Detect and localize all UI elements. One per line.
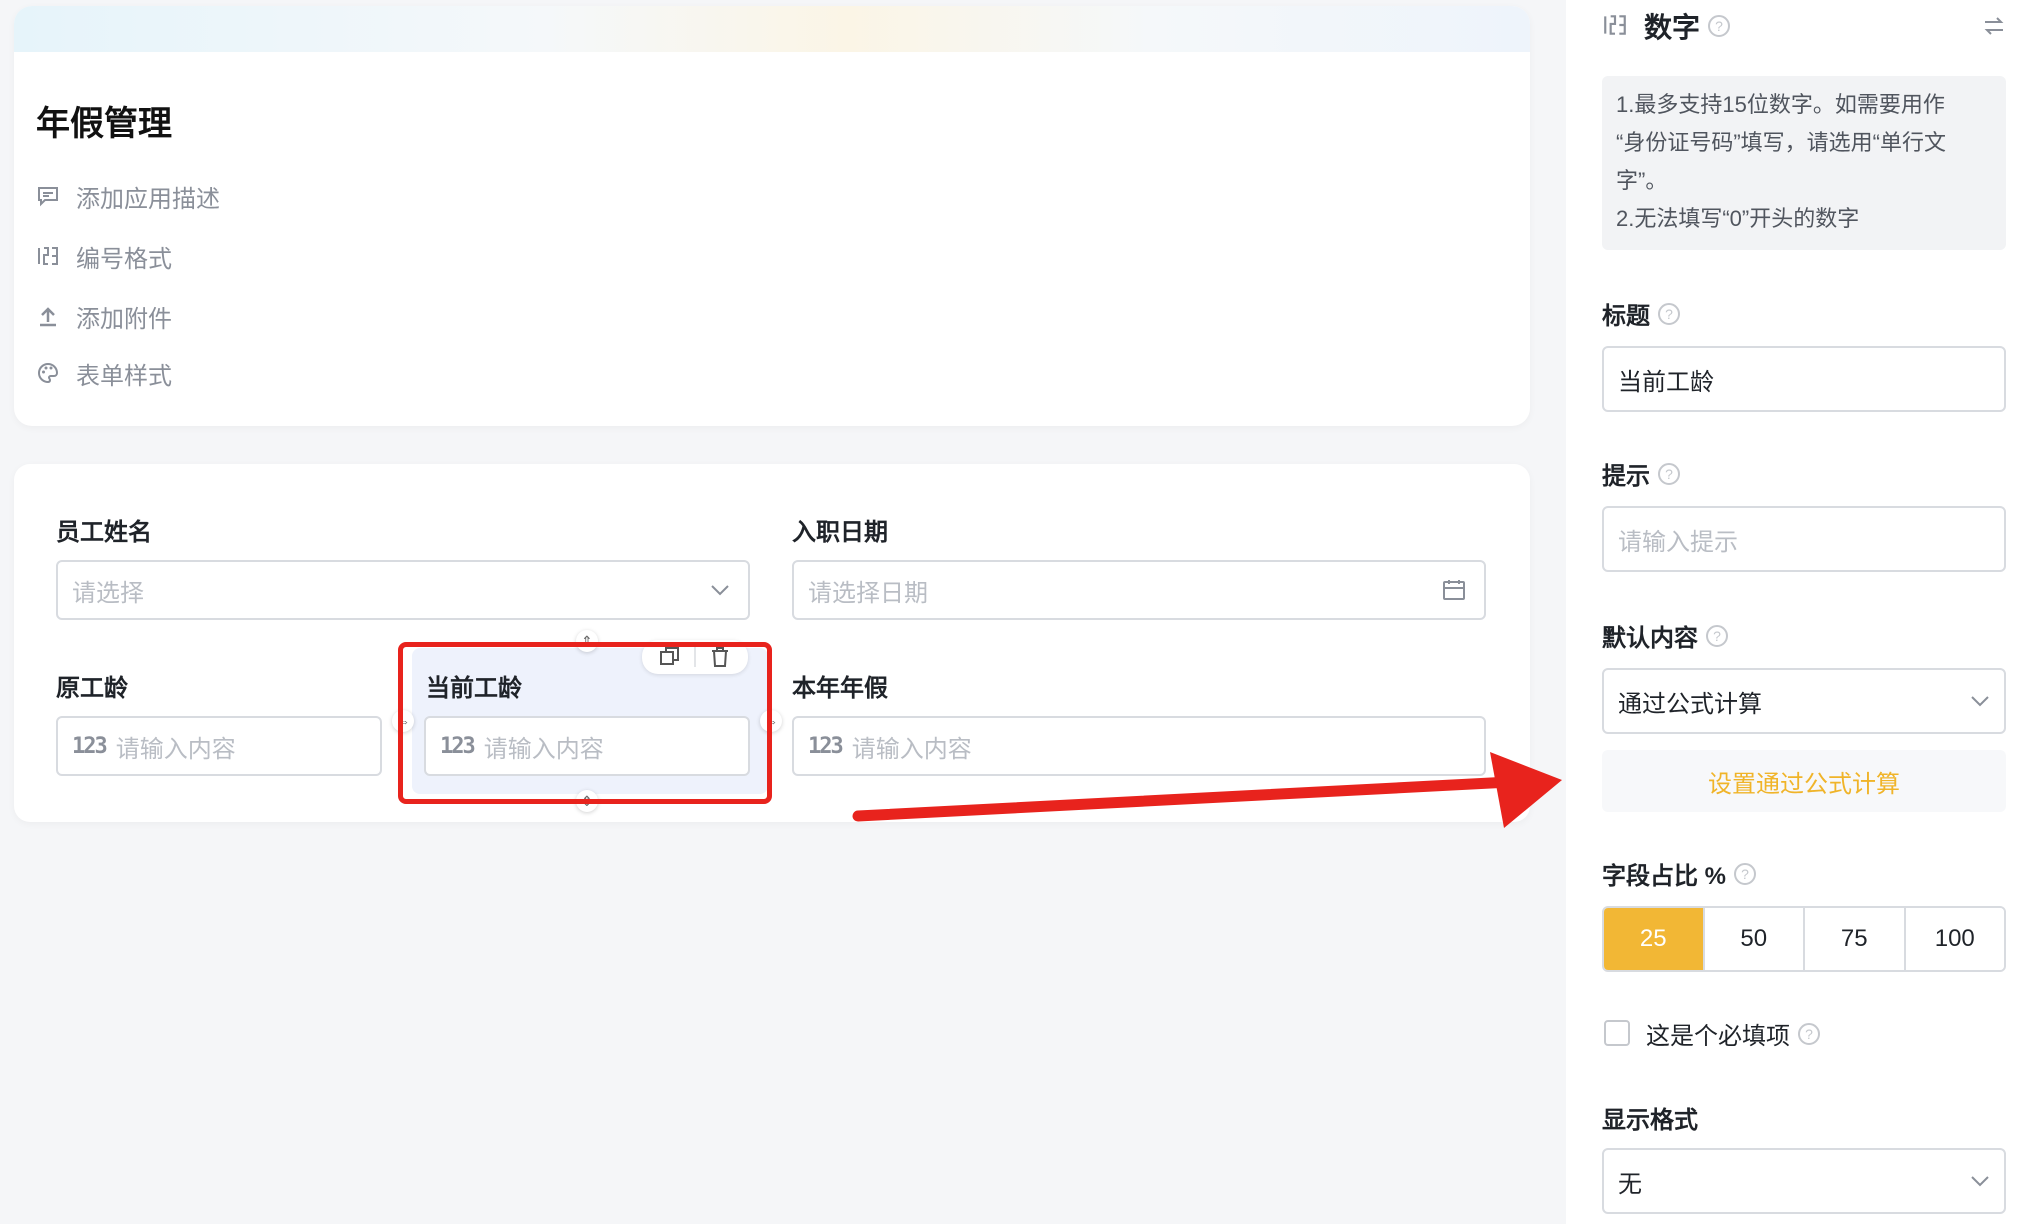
add-attachment-label: 添加附件 bbox=[76, 305, 172, 333]
original-seniority-input[interactable]: 123 请输入内容 bbox=[56, 716, 382, 776]
annotation-highlight-field bbox=[398, 642, 772, 804]
upload-icon bbox=[40, 307, 56, 327]
employee-name-placeholder: 请选择 bbox=[72, 579, 144, 607]
help-icon[interactable]: ? bbox=[1708, 15, 1731, 37]
display-format-value: 无 bbox=[1618, 1170, 1642, 1198]
form-style-item[interactable]: 表单样式 bbox=[36, 353, 172, 393]
field-ratio-selector: 25 50 75 100 bbox=[1602, 906, 2006, 972]
ratio-label-text: 字段占比 % bbox=[1602, 863, 1727, 890]
app-title[interactable]: 年假管理 bbox=[36, 96, 172, 145]
number-tip-box: 1.最多支持15位数字。如需要用作 “身份证号码”填写，请选用“单行文 字”。 … bbox=[1602, 76, 2006, 250]
display-format-label-text: 显示格式 bbox=[1602, 1107, 1698, 1134]
hire-date-placeholder: 请选择日期 bbox=[808, 579, 928, 607]
add-description-item[interactable]: 添加应用描述 bbox=[36, 176, 220, 216]
panel-title: 数字 ? bbox=[1644, 6, 1731, 46]
annual-leave-label: 本年年假 bbox=[792, 675, 888, 702]
number-format-label: 编号格式 bbox=[76, 245, 172, 273]
title-label-text: 标题 bbox=[1602, 303, 1650, 330]
panel-title-text: 数字 bbox=[1644, 12, 1701, 43]
hint-input[interactable]: 请输入提示 bbox=[1602, 506, 2006, 572]
palette-icon bbox=[38, 362, 59, 384]
form-style-label: 表单样式 bbox=[76, 362, 172, 390]
tip-line-2: “身份证号码”填写，请选用“单行文 bbox=[1616, 130, 1946, 155]
chevron-down-icon bbox=[711, 585, 729, 596]
display-format-label: 显示格式 bbox=[1602, 1100, 1698, 1135]
default-label-text: 默认内容 bbox=[1602, 625, 1698, 652]
switch-icon[interactable] bbox=[1982, 14, 2006, 38]
annotation-arrow bbox=[852, 752, 1562, 828]
add-description-label: 添加应用描述 bbox=[76, 185, 220, 213]
required-checkbox[interactable] bbox=[1604, 1020, 1630, 1046]
help-icon[interactable]: ? bbox=[1658, 462, 1680, 485]
chevron-down-icon bbox=[1971, 696, 1989, 707]
required-field-label: 这是个必填项 ? bbox=[1646, 1016, 1820, 1051]
ratio-option-50[interactable]: 50 bbox=[1704, 908, 1805, 970]
help-icon[interactable]: ? bbox=[1706, 624, 1728, 647]
hire-date-picker[interactable]: 请选择日期 bbox=[792, 560, 1486, 620]
number-format-item[interactable]: 编号格式 bbox=[36, 236, 172, 276]
original-seniority-label: 原工龄 bbox=[56, 675, 128, 702]
employee-name-label: 员工姓名 bbox=[56, 519, 152, 546]
field-ratio-label: 字段占比 % ? bbox=[1602, 856, 1757, 891]
add-attachment-item[interactable]: 添加附件 bbox=[36, 296, 172, 336]
title-input-value: 当前工龄 bbox=[1618, 368, 1714, 396]
tip-line-1: 1.最多支持15位数字。如需要用作 bbox=[1616, 92, 1945, 117]
original-seniority-placeholder: 请输入内容 bbox=[115, 735, 236, 763]
ratio-option-25[interactable]: 25 bbox=[1604, 908, 1705, 970]
hint-field-label: 提示 ? bbox=[1602, 456, 1680, 491]
card-header-gradient bbox=[14, 6, 1530, 52]
comment-icon bbox=[38, 187, 58, 207]
hint-input-placeholder: 请输入提示 bbox=[1618, 528, 1738, 556]
app-info-card bbox=[14, 6, 1530, 426]
ratio-option-100[interactable]: 100 bbox=[1905, 908, 2004, 970]
help-icon[interactable]: ? bbox=[1798, 1022, 1820, 1045]
title-field-label: 标题 ? bbox=[1602, 296, 1680, 331]
number-format-icon bbox=[38, 247, 58, 265]
calendar-icon bbox=[1443, 580, 1465, 600]
hire-date-label: 入职日期 bbox=[792, 519, 888, 546]
number-icon: 123 bbox=[808, 733, 844, 759]
default-content-select[interactable]: 通过公式计算 bbox=[1602, 668, 2006, 734]
title-input[interactable]: 当前工龄 bbox=[1602, 346, 2006, 412]
default-content-label: 默认内容 ? bbox=[1602, 618, 1728, 653]
display-format-select[interactable]: 无 bbox=[1602, 1148, 2006, 1214]
employee-name-select[interactable]: 请选择 bbox=[56, 560, 750, 620]
chevron-down-icon bbox=[1971, 1176, 1989, 1187]
required-label-text[interactable]: 这是个必填项 bbox=[1646, 1016, 1790, 1051]
ratio-option-75[interactable]: 75 bbox=[1805, 908, 1906, 970]
set-formula-button[interactable]: 设置通过公式计算 bbox=[1602, 750, 2006, 812]
tip-line-3: 字”。 bbox=[1616, 168, 1668, 193]
hint-label-text: 提示 bbox=[1602, 463, 1650, 490]
help-icon[interactable]: ? bbox=[1734, 862, 1757, 885]
tip-line-4: 2.无法填写“0”开头的数字 bbox=[1616, 206, 1860, 231]
number-format-icon bbox=[1604, 15, 1626, 35]
number-icon: 123 bbox=[72, 733, 108, 759]
help-icon[interactable]: ? bbox=[1658, 302, 1680, 325]
default-content-value: 通过公式计算 bbox=[1618, 690, 1762, 718]
